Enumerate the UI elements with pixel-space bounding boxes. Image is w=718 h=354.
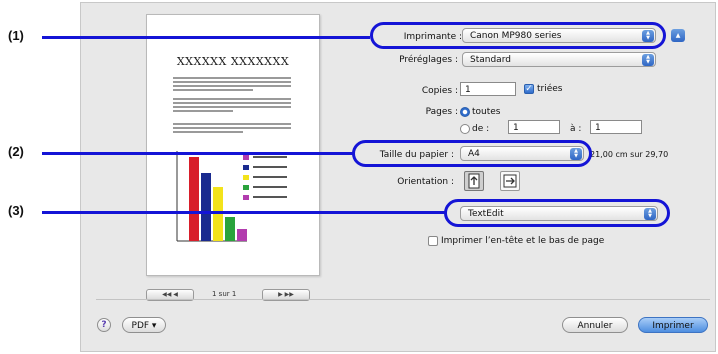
callout-label-2: (2) (8, 144, 24, 159)
portrait-orientation-button[interactable] (464, 171, 484, 191)
pages-to-field[interactable]: 1 (590, 120, 642, 134)
preview-legend-swatch (243, 165, 249, 170)
preview-bar (225, 217, 235, 241)
landscape-orientation-button[interactable] (500, 171, 520, 191)
cancel-button[interactable]: Annuler (562, 317, 628, 333)
header-footer-label: Imprimer l’en-tête et le bas de page (441, 236, 605, 246)
callout-highlight-2 (352, 140, 592, 167)
preview-bar (237, 229, 247, 241)
collated-label: triées (537, 84, 563, 94)
presets-label: Préréglages : (399, 55, 458, 65)
pages-all-label: toutes (472, 107, 501, 117)
preview-bar (201, 173, 211, 241)
preview-bar (189, 157, 199, 241)
header-footer-checkbox[interactable] (428, 236, 438, 246)
pages-from-label: de : (472, 124, 490, 134)
pdf-menu-button[interactable]: PDF ▾ (122, 317, 166, 333)
pages-label: Pages : (425, 107, 458, 117)
pages-from-field[interactable]: 1 (508, 120, 560, 134)
print-preview: XXXXXX XXXXXXX (146, 14, 320, 276)
callout-highlight-3 (444, 199, 670, 227)
callout-highlight-1 (370, 22, 666, 49)
callout-label-3: (3) (8, 203, 24, 218)
preview-bar (213, 187, 223, 241)
copies-field[interactable]: 1 (460, 82, 516, 96)
disclosure-triangle-icon[interactable]: ▲ (671, 29, 685, 42)
copies-label: Copies : (421, 86, 458, 96)
pages-range-radio[interactable] (460, 124, 470, 134)
print-button[interactable]: Imprimer (638, 317, 708, 333)
preview-legend-swatch (243, 195, 249, 200)
paper-dimensions: 21,00 cm sur 29,70 (590, 150, 669, 159)
preview-legend-swatch (243, 185, 249, 190)
pages-all-radio[interactable] (460, 107, 470, 117)
orientation-label: Orientation : (397, 177, 454, 187)
footer-divider (96, 299, 710, 300)
presets-value: Standard (470, 55, 511, 65)
preview-legend-swatch (243, 175, 249, 180)
landscape-icon (503, 174, 517, 188)
callout-label-1: (1) (8, 28, 24, 43)
preview-legend-swatch (243, 155, 249, 160)
presets-popup[interactable]: Standard ▲ ▼ (462, 52, 656, 67)
pages-to-label: à : (570, 124, 582, 134)
callout-leader-line-2 (42, 152, 354, 155)
preview-bar-chart (176, 151, 287, 242)
callout-leader-line-1 (42, 36, 370, 39)
collated-checkbox[interactable]: ✓ (524, 84, 534, 94)
popup-arrows-icon: ▲ ▼ (642, 54, 654, 66)
preview-page-indicator: 1 sur 1 (212, 290, 237, 298)
portrait-icon (468, 173, 480, 189)
callout-leader-line-3 (42, 211, 446, 214)
help-button[interactable]: ? (97, 318, 111, 332)
